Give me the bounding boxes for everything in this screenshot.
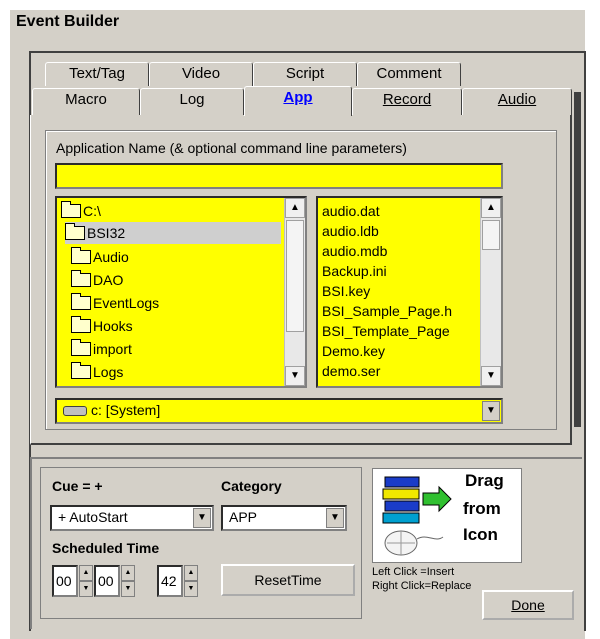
drag-text: Drag (465, 471, 504, 490)
folder-item[interactable]: Hooks (71, 315, 133, 337)
folder-list-scrollbar[interactable]: ▲ ▼ (284, 198, 305, 386)
cue-select[interactable]: + AutoStart ▼ (50, 505, 214, 531)
open-folder-icon (61, 201, 81, 218)
app-name-input[interactable] (55, 163, 503, 189)
folder-icon (71, 339, 91, 356)
second-spinner[interactable]: ▲ ▼ (184, 565, 198, 597)
chevron-down-icon[interactable]: ▼ (193, 508, 211, 528)
file-item[interactable]: demo.ser (322, 360, 380, 382)
folder-item[interactable]: DAO (71, 269, 123, 291)
spin-up-icon[interactable]: ▲ (79, 565, 93, 581)
panel-shadow (574, 92, 581, 427)
cue-label: Cue = + (52, 478, 103, 494)
hour-field[interactable]: 00 (52, 565, 78, 597)
tab-video[interactable]: Video (149, 62, 253, 86)
spin-up-icon[interactable]: ▲ (184, 565, 198, 581)
scroll-up-icon[interactable]: ▲ (285, 198, 305, 218)
file-item[interactable]: BSI_Sample_Page.h (322, 300, 452, 322)
scroll-thumb[interactable] (286, 220, 304, 332)
tab-macro[interactable]: Macro (32, 88, 140, 116)
file-item[interactable]: audio.dat (322, 200, 380, 222)
folder-icon (71, 362, 91, 379)
folder-item-selected[interactable]: BSI32 (65, 222, 281, 244)
folder-item[interactable]: Audio (71, 246, 129, 268)
tab-log[interactable]: Log (140, 88, 244, 116)
folder-icon (71, 316, 91, 333)
scroll-down-icon[interactable]: ▼ (481, 366, 501, 386)
from-text: from (463, 499, 501, 518)
spin-down-icon[interactable]: ▼ (79, 581, 93, 597)
spin-up-icon[interactable]: ▲ (121, 565, 135, 581)
minute-spinner[interactable]: ▲ ▼ (121, 565, 135, 597)
second-field[interactable]: 42 (157, 565, 183, 597)
file-item[interactable]: BSI_Template_Page (322, 320, 450, 342)
category-label: Category (221, 478, 282, 494)
spin-down-icon[interactable]: ▼ (184, 581, 198, 597)
right-click-hint: Right Click=Replace (372, 580, 472, 592)
tab-app[interactable]: App (244, 86, 352, 116)
chevron-down-icon[interactable]: ▼ (326, 508, 344, 528)
drive-value: c: [System] (91, 402, 161, 418)
drive-select[interactable]: c: [System] ▼ (55, 398, 503, 424)
file-item[interactable]: audio.mdb (322, 240, 387, 262)
scroll-thumb[interactable] (482, 220, 500, 250)
drag-from-icon-area[interactable]: Drag from Icon (372, 468, 522, 563)
folder-item[interactable]: EventLogs (71, 292, 159, 314)
file-list[interactable]: audio.dat audio.ldb audio.mdb Backup.ini… (316, 196, 503, 388)
file-list-scrollbar[interactable]: ▲ ▼ (480, 198, 501, 386)
file-item[interactable]: audio.ldb (322, 220, 379, 242)
window-title: Event Builder (16, 13, 120, 30)
minute-field[interactable]: 00 (94, 565, 120, 597)
spin-down-icon[interactable]: ▼ (121, 581, 135, 597)
hour-spinner[interactable]: ▲ ▼ (79, 565, 93, 597)
folder-icon (71, 293, 91, 310)
file-item[interactable]: BSI.key (322, 280, 370, 302)
tab-record[interactable]: Record (352, 88, 462, 116)
category-value: APP (229, 509, 258, 525)
cue-value: + AutoStart (58, 509, 128, 525)
category-select[interactable]: APP ▼ (221, 505, 347, 531)
folder-item[interactable]: Logs (71, 361, 123, 383)
icon-text: Icon (463, 525, 498, 544)
folder-icon (71, 247, 91, 264)
scroll-down-icon[interactable]: ▼ (285, 366, 305, 386)
left-click-hint: Left Click =Insert (372, 566, 455, 578)
folder-icon (71, 270, 91, 287)
file-item[interactable]: Backup.ini (322, 260, 387, 282)
drive-icon (63, 406, 87, 417)
tab-comment[interactable]: Comment (357, 62, 461, 86)
tab-audio[interactable]: Audio (462, 88, 572, 116)
reset-time-button[interactable]: ResetTime (221, 564, 355, 596)
open-folder-icon (65, 223, 85, 240)
done-button[interactable]: Done (482, 590, 574, 620)
chevron-down-icon[interactable]: ▼ (482, 401, 500, 421)
app-name-label: Application Name (& optional command lin… (56, 140, 407, 156)
tab-script[interactable]: Script (253, 62, 357, 86)
folder-item[interactable]: import (71, 338, 132, 360)
folder-item[interactable]: C:\ (61, 200, 101, 222)
scheduled-time-label: Scheduled Time (52, 540, 160, 556)
tab-text-tag[interactable]: Text/Tag (45, 62, 149, 86)
scroll-up-icon[interactable]: ▲ (481, 198, 501, 218)
file-item[interactable]: Demo.key (322, 340, 385, 362)
event-stack-icon (382, 476, 452, 556)
folder-list[interactable]: C:\ BSI32 Audio DAO EventLogs Hooks impo… (55, 196, 307, 388)
